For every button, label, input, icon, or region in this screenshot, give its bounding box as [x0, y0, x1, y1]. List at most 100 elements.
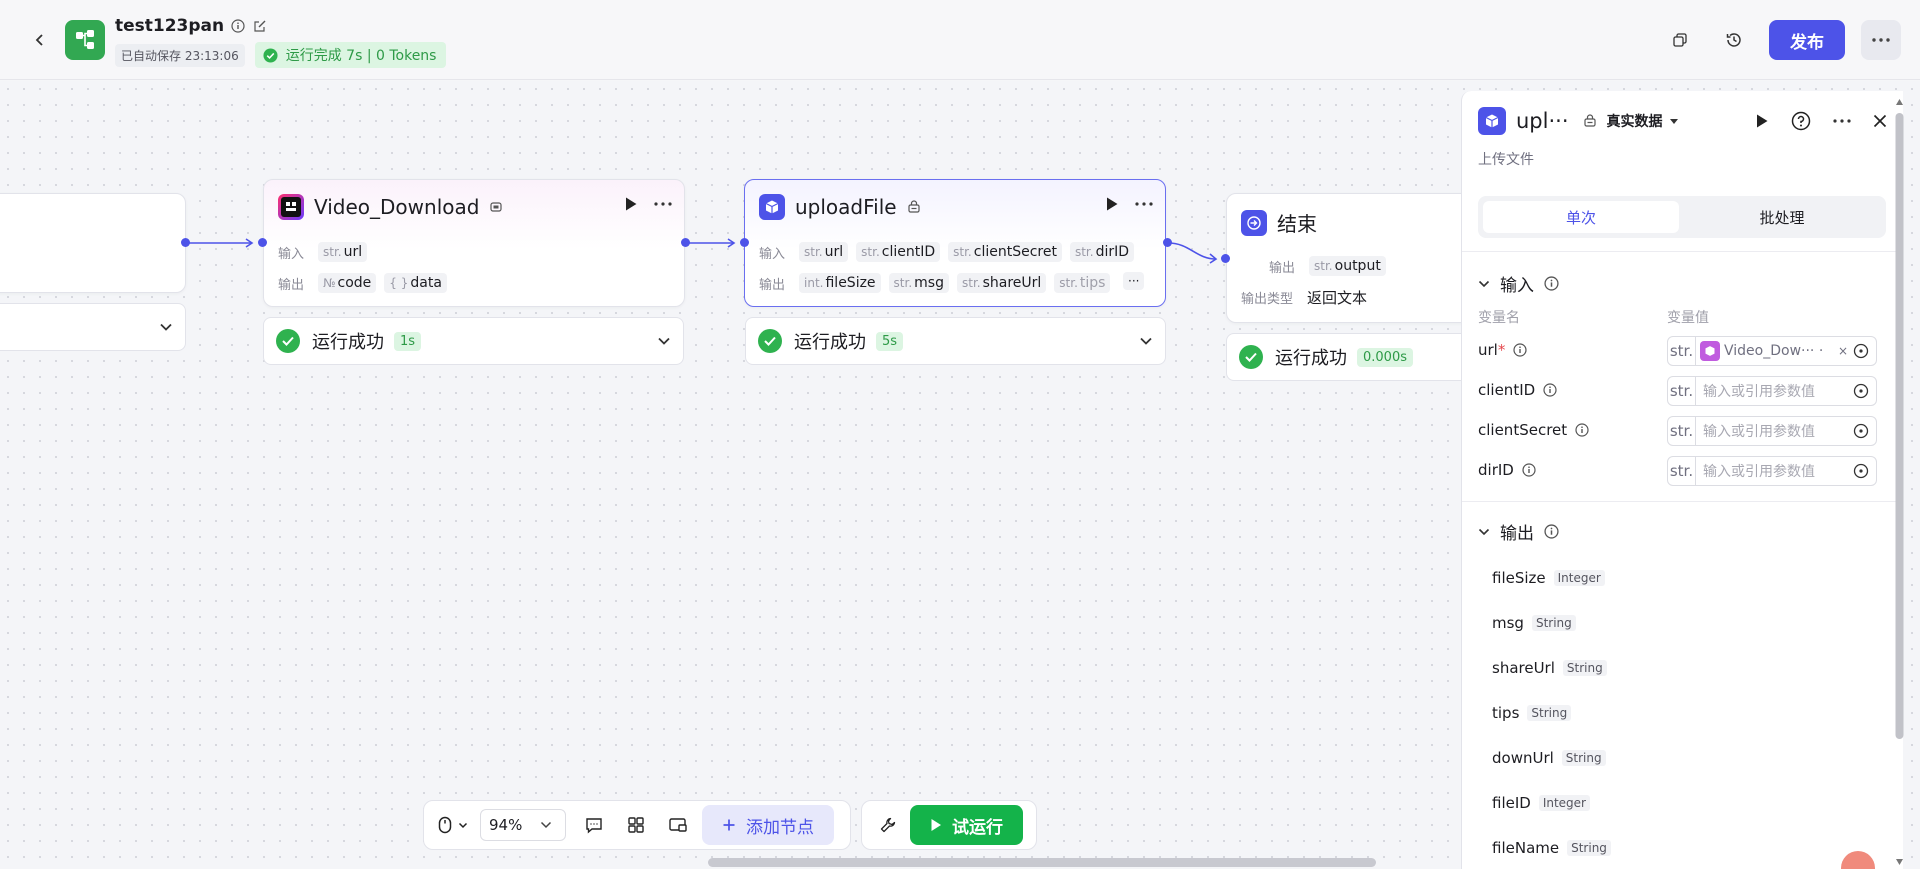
test-run-button[interactable]: 试运行 [910, 805, 1023, 845]
minimap-icon [669, 818, 687, 832]
more-menu-button[interactable] [1861, 20, 1901, 60]
info-icon [1543, 383, 1557, 397]
cube-icon [1478, 107, 1506, 135]
cube-icon [759, 194, 785, 220]
caret-down-icon [1669, 118, 1678, 124]
comment-icon [586, 818, 602, 834]
end-node[interactable]: 结束 输出 str. output 输出类型 返回文本 [1226, 193, 1486, 323]
reference-picker-icon[interactable] [1852, 342, 1870, 360]
end-status-card[interactable]: 运行成功 0.000s [1226, 333, 1486, 381]
variable-name: url [1478, 341, 1498, 359]
variable-reference: Video_Dow··· · [1700, 341, 1838, 361]
publish-button[interactable]: 发布 [1769, 20, 1845, 60]
dirid-input[interactable]: str. 输入或引用参数值 [1667, 456, 1877, 486]
node-inputs: 输入 str. url [278, 242, 368, 262]
tab-batch[interactable]: 批处理 [1684, 201, 1880, 233]
column-header-name: 变量名 [1478, 310, 1520, 326]
minimap-button[interactable] [666, 813, 690, 837]
chevron-down-icon [160, 323, 172, 331]
run-mode-tabs: 单次 批处理 [1478, 196, 1886, 238]
info-icon [1575, 423, 1589, 437]
panel-actions [1755, 111, 1887, 131]
debug-settings-button[interactable] [876, 813, 900, 837]
edit-icon[interactable] [252, 18, 268, 34]
reference-picker-icon[interactable] [1852, 382, 1870, 400]
input-section-toggle[interactable]: 输入 [1478, 271, 1559, 296]
help-icon[interactable] [1791, 111, 1811, 131]
required-mark: * [1497, 341, 1506, 359]
reference-picker-icon[interactable] [1852, 422, 1870, 440]
more-dots-icon[interactable] [1833, 119, 1851, 123]
tab-single[interactable]: 单次 [1483, 201, 1679, 233]
start-output-port[interactable] [181, 238, 190, 247]
output-tag: № code [318, 273, 377, 293]
tag-name: shareUrl [982, 275, 1042, 291]
end-input-port[interactable] [1221, 254, 1230, 263]
run-node-icon[interactable] [1105, 196, 1119, 212]
panel-scrollbar[interactable] [1895, 95, 1904, 869]
data-mode-value: 真实数据 [1606, 114, 1663, 130]
node-outputs: 输出 № code { } data [278, 273, 447, 293]
canvas-horizontal-scrollbar[interactable] [708, 858, 1376, 867]
check-circle-icon [276, 329, 300, 353]
tag-name: msg [914, 275, 944, 291]
video-download-node[interactable]: Video_Download 输入 str. url 输出 № code { } da… [263, 179, 685, 307]
clientsecret-input[interactable]: str. 输入或引用参数值 [1667, 416, 1877, 446]
close-icon[interactable] [1873, 114, 1887, 128]
copy-button[interactable] [1668, 28, 1692, 52]
mouse-icon [438, 816, 452, 834]
divider [1462, 251, 1903, 252]
tag-name: output [1334, 258, 1381, 274]
variable-type: str. [1668, 457, 1696, 485]
tag-type: str. [953, 245, 972, 259]
reference-picker-icon[interactable] [1852, 462, 1870, 480]
output-name: msg [1492, 614, 1524, 632]
chevron-left-icon [35, 34, 43, 46]
tag-name: url [343, 244, 363, 260]
upload-input-port[interactable] [740, 238, 749, 247]
output-label: 输出 [278, 277, 305, 293]
more-dots-icon[interactable] [1135, 202, 1153, 206]
variable-name-clientid: clientID [1478, 381, 1557, 399]
output-name: fileName [1492, 839, 1560, 857]
tag-name: tips [1079, 275, 1106, 291]
add-node-button[interactable]: 添加节点 [702, 805, 834, 845]
output-tag: { } data [384, 273, 447, 293]
tag-type: int. [804, 276, 824, 290]
auto-layout-button[interactable] [624, 813, 648, 837]
data-mode-select[interactable]: 真实数据 [1607, 111, 1679, 131]
video-input-port[interactable] [258, 238, 267, 247]
autosave-text: 已自动保存 23:13:06 [115, 43, 245, 67]
start-status-card[interactable] [0, 303, 186, 351]
more-dots-icon[interactable] [654, 202, 672, 206]
type-badge: String [1567, 840, 1611, 856]
upload-output-port[interactable] [1163, 238, 1172, 247]
tag-type: str. [893, 276, 913, 290]
output-item: tips String [1492, 704, 1572, 722]
clear-reference-button[interactable]: × [1838, 344, 1848, 358]
history-button[interactable] [1722, 28, 1746, 52]
upload-file-node[interactable]: uploadFile 输入 str. url str. clientID str. c… [744, 179, 1166, 307]
more-outputs-button[interactable]: ··· [1123, 272, 1145, 290]
time-badge: 1s [394, 331, 422, 351]
tag-type: str. [804, 245, 823, 259]
output-section-toggle[interactable]: 输出 [1478, 519, 1559, 544]
run-node-icon[interactable] [624, 196, 638, 212]
info-icon[interactable] [230, 18, 246, 34]
interaction-mode-button[interactable] [438, 816, 468, 834]
output-tag: int. fileSize [799, 273, 881, 293]
layout-grid-icon [628, 817, 644, 833]
status-text: 运行成功 [794, 332, 866, 353]
start-node[interactable] [0, 193, 186, 293]
run-node-icon[interactable] [1755, 113, 1769, 129]
zoom-select[interactable]: 94% [480, 809, 566, 841]
upload-status-card[interactable]: 运行成功 5s [745, 317, 1166, 365]
clientid-input[interactable]: str. 输入或引用参数值 [1667, 376, 1877, 406]
video-status-card[interactable]: 运行成功 1s [263, 317, 684, 365]
url-input[interactable]: str. Video_Dow··· · × [1667, 336, 1877, 366]
chevron-down-icon [1140, 337, 1152, 345]
back-button[interactable] [28, 28, 52, 52]
video-output-port[interactable] [681, 238, 690, 247]
tag-name: clientSecret [973, 244, 1057, 260]
comment-button[interactable] [582, 813, 606, 837]
